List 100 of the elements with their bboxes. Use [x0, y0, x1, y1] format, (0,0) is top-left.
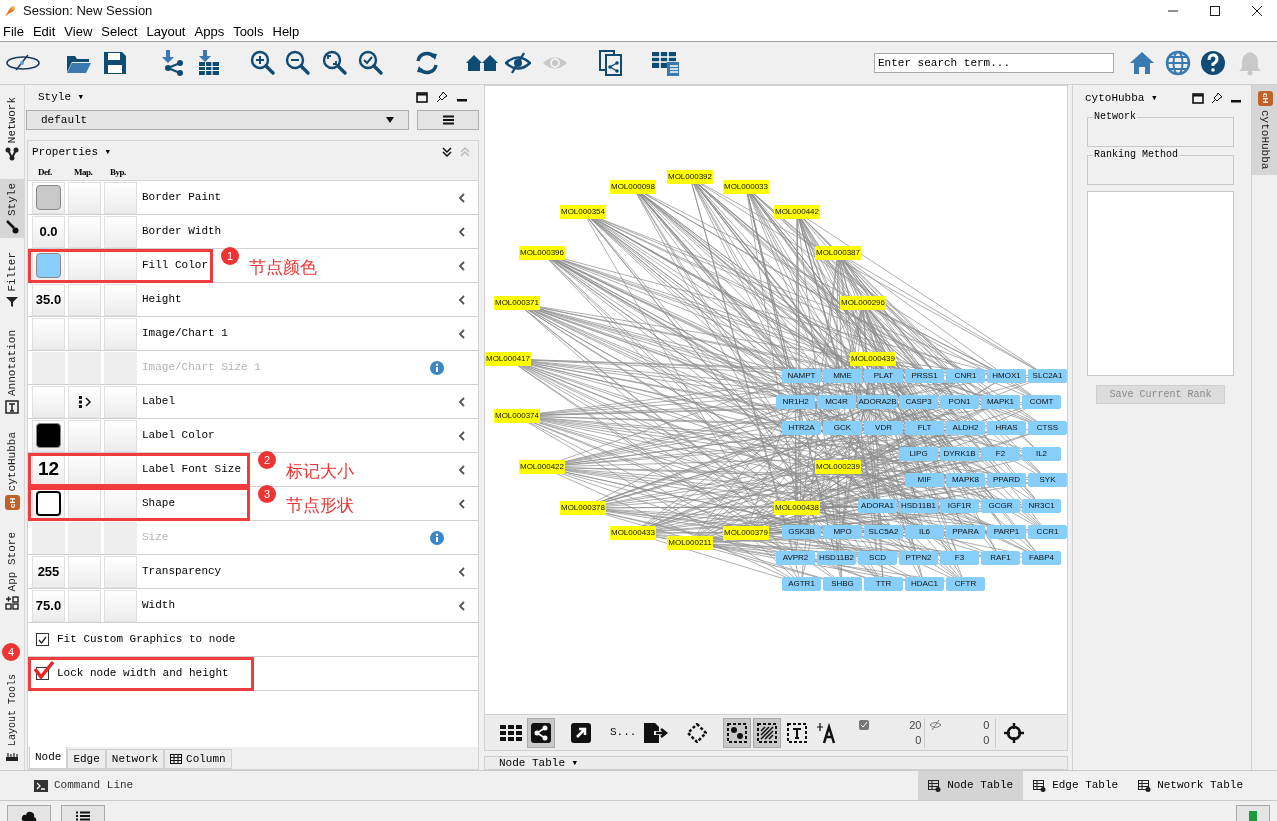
network-node[interactable]: MOL000098 [610, 180, 656, 194]
property-name[interactable]: Width [142, 597, 175, 614]
network-node[interactable]: MOL000296 [840, 296, 886, 310]
side-tab[interactable]: Network [0, 93, 24, 166]
network-node[interactable]: HRAS [987, 421, 1026, 435]
side-tab[interactable]: cytoHubba cH [0, 427, 24, 515]
panel-tab[interactable]: Column [164, 749, 232, 769]
menu-item[interactable]: File [0, 21, 27, 42]
network-node[interactable]: IL6 [905, 525, 944, 539]
network-node[interactable]: MAPK1 [981, 395, 1020, 409]
network-node[interactable]: ALDH2 [946, 421, 985, 435]
network-node[interactable]: PPARA [946, 525, 985, 539]
property-name[interactable]: Label Color [142, 427, 215, 444]
property-name[interactable]: Height [142, 291, 182, 308]
network-node[interactable]: SCD [858, 551, 897, 565]
network-node[interactable]: HMOX1 [987, 369, 1026, 383]
network-node[interactable]: HSD11B1 [899, 499, 938, 513]
property-name[interactable]: Shape [142, 495, 175, 512]
network-node[interactable]: IL2 [1022, 447, 1061, 461]
network-node[interactable]: RAF1 [981, 551, 1020, 565]
side-tab[interactable]: Layout Tools [0, 669, 24, 766]
network-node[interactable]: HDAC1 [905, 577, 944, 591]
network-node[interactable]: MOL000379 [723, 526, 769, 540]
network-node[interactable]: PON1 [940, 395, 979, 409]
network-node[interactable]: HTR2A [782, 421, 821, 435]
network-node[interactable]: MC4R [817, 395, 856, 409]
network-node[interactable]: MIF [905, 473, 944, 487]
property-name[interactable]: Label [142, 393, 175, 410]
network-node[interactable]: MOL000439 [850, 352, 896, 366]
property-name[interactable]: Fill Color [142, 257, 208, 274]
table-tab[interactable]: Edge Table [1023, 771, 1129, 800]
network-node[interactable]: MPO [823, 525, 862, 539]
menu-item[interactable]: Help [269, 21, 303, 42]
network-node[interactable]: MOL000438 [774, 501, 820, 515]
network-node[interactable]: SHBG [823, 577, 862, 591]
panel-title[interactable]: Style ▾ [38, 88, 85, 106]
network-node[interactable]: MOL000387 [815, 246, 861, 260]
side-tab[interactable]: Annotation [0, 325, 24, 418]
network-node[interactable]: MOL000211 [667, 536, 713, 550]
network-node[interactable]: MME [823, 369, 862, 383]
network-node[interactable]: GCK [823, 421, 862, 435]
network-node[interactable]: CFTR [946, 577, 985, 591]
network-node[interactable]: DYRK1B [940, 447, 979, 461]
table-tab[interactable]: Network Table [1128, 771, 1253, 800]
network-node[interactable]: ADORA2B [858, 395, 897, 409]
network-node[interactable]: VDR [864, 421, 903, 435]
network-node[interactable]: NAMPT [782, 369, 821, 383]
network-node[interactable]: PARP1 [987, 525, 1026, 539]
network-node[interactable]: FLT [905, 421, 944, 435]
side-tab[interactable]: Style [0, 179, 24, 239]
default-value-cell[interactable]: 255 [32, 555, 65, 588]
network-node[interactable]: NR3C1 [1022, 499, 1061, 513]
network-node[interactable]: PTPN2 [899, 551, 938, 565]
side-tab[interactable]: cH cytoHubba [1252, 85, 1277, 176]
menu-item[interactable]: Apps [191, 21, 228, 42]
checkbox-label[interactable]: Fit Custom Graphics to node [57, 631, 236, 648]
table-panel-title[interactable]: Node Table ▾ [499, 757, 579, 769]
default-value-cell[interactable]: 0.0 [32, 215, 65, 248]
menu-item[interactable]: Edit [29, 21, 59, 42]
search-field[interactable]: Enter search term... [874, 53, 1114, 73]
network-node[interactable]: MAPK8 [946, 473, 985, 487]
network-node[interactable]: CTSS [1028, 421, 1067, 435]
network-node[interactable]: PPARD [987, 473, 1026, 487]
side-tab[interactable]: App Store [0, 528, 24, 614]
default-value-cell[interactable]: 35.0 [32, 283, 65, 316]
menu-item[interactable]: Tools [230, 21, 267, 42]
network-node[interactable]: MOL000374 [494, 409, 540, 423]
table-tab[interactable]: Node Table [918, 771, 1024, 800]
network-node[interactable]: MOL000371 [494, 296, 540, 310]
property-name[interactable]: Image/Chart 1 [142, 325, 228, 342]
network-node[interactable]: GSK3B [782, 525, 821, 539]
network-node[interactable]: SLC2A1 [1028, 369, 1067, 383]
property-name[interactable]: Label Font Size [142, 461, 242, 478]
network-node[interactable]: F2 [981, 447, 1020, 461]
network-node[interactable]: MOL000033 [723, 180, 769, 194]
network-node[interactable]: CCR1 [1028, 525, 1067, 539]
panel-title[interactable]: cytoHubba ▾ [1085, 89, 1158, 107]
network-node[interactable]: HSD11B2 [817, 551, 856, 565]
property-name[interactable]: Border Paint [142, 189, 222, 206]
network-node[interactable]: MOL000396 [519, 246, 565, 260]
network-node[interactable]: MOL000354 [560, 205, 606, 219]
tool-button[interactable]: S... [607, 717, 640, 748]
network-node[interactable]: SLC5A2 [864, 525, 903, 539]
network-node[interactable]: LIPG [899, 447, 938, 461]
network-node[interactable]: MOL000417 [485, 352, 531, 366]
network-node[interactable]: ADORA1 [858, 499, 897, 513]
menu-item[interactable]: Select [98, 21, 141, 42]
menu-item[interactable]: Layout [143, 21, 189, 42]
network-node[interactable]: MOL000433 [610, 526, 656, 540]
network-node[interactable]: PLAT [864, 369, 903, 383]
menu-item[interactable]: View [61, 21, 96, 42]
network-node[interactable]: TTR [864, 577, 903, 591]
network-node[interactable]: MOL000422 [519, 460, 565, 474]
checkbox-label[interactable]: Lock node width and height [57, 665, 229, 682]
side-tab[interactable]: Filter [0, 248, 24, 312]
network-node[interactable]: F3 [940, 551, 979, 565]
panel-tab[interactable]: Node [29, 747, 68, 769]
network-node[interactable]: FABP4 [1022, 551, 1061, 565]
section-title[interactable]: Properties ▾ [32, 143, 112, 161]
network-node[interactable]: MOL000442 [774, 205, 820, 219]
